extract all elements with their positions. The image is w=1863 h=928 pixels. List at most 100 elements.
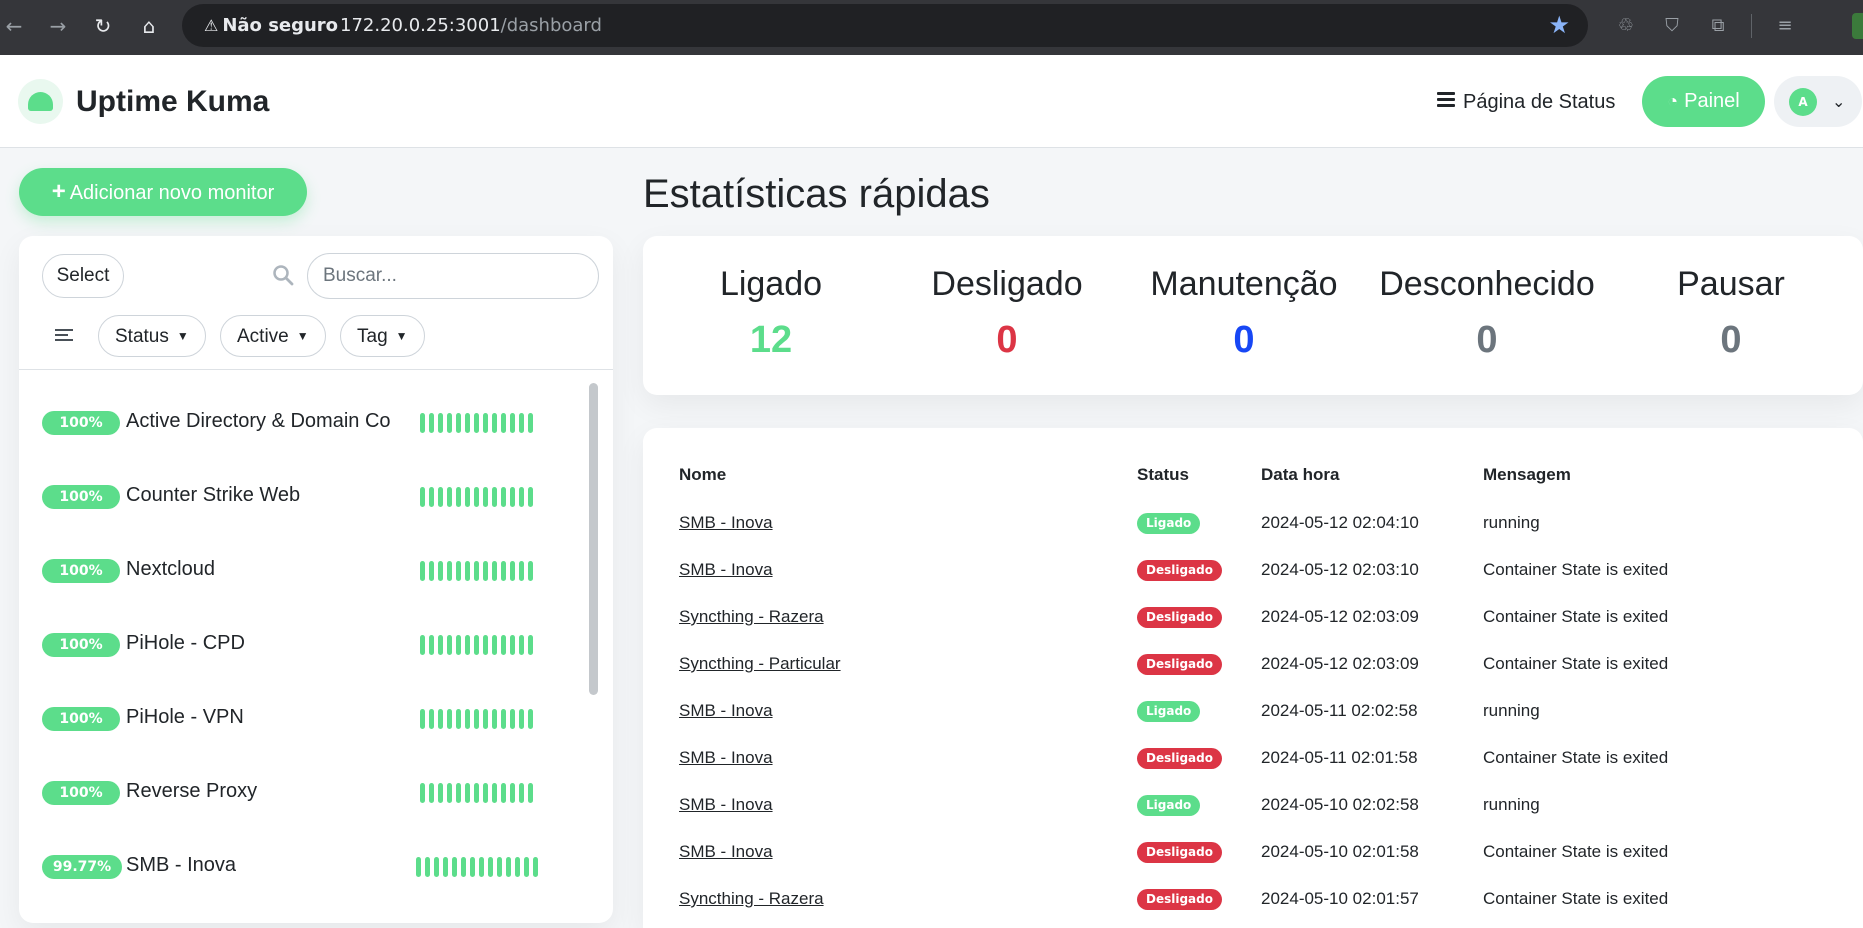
event-monitor-link[interactable]: SMB - Inova <box>679 747 773 769</box>
monitor-name: Counter Strike Web <box>126 484 301 506</box>
search-input[interactable] <box>307 253 599 299</box>
heartbeat-beat <box>465 783 470 803</box>
monitor-list-panel: Select Status ▼ Active ▼ Tag ▼ 100% Active D… <box>19 236 613 923</box>
event-monitor-link[interactable]: SMB - Inova <box>679 559 773 581</box>
heartbeat-beat <box>429 413 434 433</box>
filter-active[interactable]: Active ▼ <box>220 315 326 357</box>
home-icon[interactable]: ⌂ <box>137 14 161 38</box>
forward-icon[interactable]: → <box>46 14 70 38</box>
heartbeat-beat <box>429 783 434 803</box>
event-message: Container State is exited <box>1483 607 1669 626</box>
event-monitor-link[interactable]: Syncthing - Particular <box>679 653 841 675</box>
event-monitor-link[interactable]: SMB - Inova <box>679 512 773 534</box>
brand-title[interactable]: Uptime Kuma <box>76 84 269 120</box>
table-row: Syncthing - Razera Desligado 2024-05-12 02… <box>643 596 1863 643</box>
uptime-badge: 100% <box>42 707 120 731</box>
heartbeat-beat <box>501 709 506 729</box>
browser-profile-avatar[interactable] <box>1852 13 1863 39</box>
heartbeat-beat <box>483 783 488 803</box>
monitor-list-item[interactable]: 100% Counter Strike Web <box>19 458 589 532</box>
filter-status-label: Status <box>115 326 169 347</box>
filter-status[interactable]: Status ▼ <box>98 315 206 357</box>
table-row: SMB - Inova Ligado 2024-05-11 02:02:58 runn… <box>643 690 1863 737</box>
extension-recycle-icon[interactable]: ♲ <box>1614 14 1638 38</box>
heartbeat-beat <box>447 783 452 803</box>
heartbeat-beat <box>420 561 425 581</box>
profile-dropdown[interactable]: A ⌄ <box>1774 76 1862 127</box>
back-icon[interactable]: ← <box>2 14 26 38</box>
star-icon[interactable]: ★ <box>1548 13 1570 37</box>
heartbeat-beat <box>492 783 497 803</box>
event-monitor-link[interactable]: SMB - Inova <box>679 794 773 816</box>
monitor-list-scrollbar[interactable] <box>589 383 598 695</box>
heartbeat-beat <box>465 561 470 581</box>
dashboard-button[interactable]: ◔ Painel <box>1642 76 1765 127</box>
monitor-list-item[interactable]: 100% Active Directory & Domain Co <box>19 384 589 458</box>
heartbeat-beat <box>420 783 425 803</box>
stat-label: Pausar <box>1677 265 1785 303</box>
status-badge: Desligado <box>1137 748 1222 769</box>
url-text[interactable]: 172.20.0.25:3001/dashboard <box>340 15 602 37</box>
select-button[interactable]: Select <box>42 254 124 298</box>
monitor-list-item[interactable]: 100% PiHole - CPD <box>19 606 589 680</box>
uptime-badge: 100% <box>42 633 120 657</box>
reload-icon[interactable]: ↻ <box>91 14 115 38</box>
monitor-list-item[interactable]: 100% PiHole - VPN <box>19 680 589 754</box>
heartbeat-beat <box>501 561 506 581</box>
heartbeat-bar <box>420 413 537 433</box>
uptime-badge: 100% <box>42 485 120 509</box>
event-monitor-link[interactable]: SMB - Inova <box>679 700 773 722</box>
table-row: SMB - Inova Ligado 2024-05-10 02:02:58 runn… <box>643 784 1863 831</box>
add-monitor-button[interactable]: + Adicionar novo monitor <box>19 168 307 216</box>
chevron-down-icon: ⌄ <box>1832 92 1846 111</box>
heartbeat-beat <box>492 413 497 433</box>
browser-toolbar: ← → ↻ ⌂ ⚠ Não seguro 172.20.0.25:3001/das… <box>0 0 1863 55</box>
filter-icon[interactable] <box>55 326 73 344</box>
event-monitor-link[interactable]: Syncthing - Razera <box>679 888 824 910</box>
extensions-puzzle-icon[interactable]: ⧉ <box>1706 14 1730 38</box>
heartbeat-beat <box>429 487 434 507</box>
event-message: Container State is exited <box>1483 889 1669 908</box>
heartbeat-beat <box>510 709 515 729</box>
heartbeat-bar <box>420 487 537 507</box>
filter-tag[interactable]: Tag ▼ <box>340 315 425 357</box>
address-bar[interactable]: ⚠ Não seguro 172.20.0.25:3001/dashboard ★ <box>182 4 1588 47</box>
event-monitor-link[interactable]: Syncthing - Razera <box>679 606 824 628</box>
stat-label: Desconhecido <box>1379 265 1595 303</box>
heartbeat-beat <box>429 561 434 581</box>
important-events-table: Nome Status Data hora Mensagem SMB - Ino… <box>643 428 1863 928</box>
heartbeat-beat <box>519 561 524 581</box>
heartbeat-beat <box>456 487 461 507</box>
gauge-icon: ◔ <box>1667 91 1679 111</box>
security-label: Não seguro <box>222 15 339 36</box>
heartbeat-beat <box>479 857 484 877</box>
uptime-badge: 100% <box>42 411 120 435</box>
heartbeat-beat <box>483 635 488 655</box>
status-badge: Ligado <box>1137 513 1201 534</box>
heartbeat-beat <box>465 635 470 655</box>
monitor-list-item[interactable]: 100% Reverse Proxy <box>19 754 589 828</box>
heartbeat-bar <box>416 857 542 877</box>
heartbeat-beat <box>519 709 524 729</box>
monitor-list-item[interactable]: 99.77% SMB - Inova <box>19 828 589 902</box>
toolbar-separator <box>1751 14 1752 38</box>
app-header: Uptime Kuma Página de Status ◔ Painel A ⌄ <box>0 55 1863 148</box>
uptime-kuma-logo[interactable] <box>18 79 63 124</box>
security-chip[interactable]: ⚠ Não seguro <box>196 11 348 40</box>
media-queue-icon[interactable]: ≡ <box>1773 14 1797 38</box>
heartbeat-beat <box>447 635 452 655</box>
monitor-name: PiHole - CPD <box>126 632 245 654</box>
heartbeat-beat <box>474 635 479 655</box>
heartbeat-beat <box>438 635 443 655</box>
event-monitor-link[interactable]: SMB - Inova <box>679 841 773 863</box>
extension-shield-icon[interactable]: ⛉ <box>1660 14 1684 38</box>
monitor-list-item[interactable]: 100% Nextcloud <box>19 532 589 606</box>
status-page-link[interactable]: Página de Status <box>1437 89 1615 115</box>
status-page-label: Página de Status <box>1463 91 1616 113</box>
column-header-status: Status <box>1137 465 1189 484</box>
heartbeat-beat <box>528 635 533 655</box>
heartbeat-beat <box>501 487 506 507</box>
heartbeat-beat <box>420 635 425 655</box>
heartbeat-beat <box>416 857 421 877</box>
heartbeat-beat <box>456 413 461 433</box>
